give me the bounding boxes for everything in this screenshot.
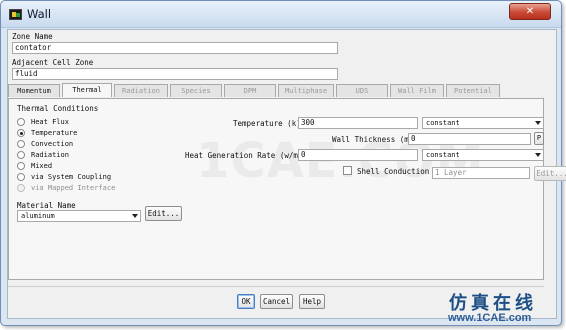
wall-dialog: Wall ✕ Zone Name contator Adjacent Cell … [0,0,566,326]
select-value: aluminum [21,212,55,220]
tab-uds[interactable]: UDS [336,84,388,97]
title-bar[interactable]: Wall ✕ [1,1,561,28]
adjacent-zone-field: fluid [12,68,338,80]
wall-thickness-label: Wall Thickness (m) [332,135,414,144]
select-value: constant [426,151,460,159]
select-value: constant [426,119,460,127]
tab-bar: Momentum Thermal Radiation Species DPM M… [8,83,502,97]
option-mapped-interface: via Mapped Interface [17,183,115,193]
material-edit-button[interactable]: Edit... [145,206,182,221]
parameter-button[interactable]: P [534,132,544,145]
chevron-down-icon [535,153,541,157]
tab-dpm[interactable]: DPM [224,84,276,97]
radio-system-coupling[interactable] [17,173,25,181]
close-button[interactable]: ✕ [509,3,551,20]
radio-heat-flux[interactable] [17,118,25,126]
help-button[interactable]: Help [299,294,325,309]
radio-convection[interactable] [17,140,25,148]
temperature-label: Temperature (k) [233,119,301,128]
radio-mapped-interface [17,184,25,192]
option-label: Temperature [31,129,78,137]
radio-mixed[interactable] [17,162,25,170]
zone-name-label: Zone Name [12,32,53,41]
shell-layers-field: 1 Layer [432,167,530,179]
heat-generation-label: Heat Generation Rate (w/m3) [185,151,307,160]
material-name-label: Material Name [17,201,76,210]
option-label: Radiation [31,151,69,159]
option-label: Mixed [31,162,53,170]
option-label: via Mapped Interface [31,184,116,192]
temperature-method-select[interactable]: constant [422,117,544,129]
zone-name-field[interactable]: contator [12,42,338,54]
wall-thickness-input[interactable]: 0 [408,133,531,145]
radio-temperature[interactable] [17,129,25,137]
window-title: Wall [27,7,52,21]
heat-generation-method-select[interactable]: constant [422,149,544,161]
radio-radiation[interactable] [17,151,25,159]
option-label: via System Coupling [31,173,112,181]
option-convection[interactable]: Convection [17,139,73,149]
tab-thermal[interactable]: Thermal [62,83,112,97]
temperature-input[interactable]: 300 [298,117,418,129]
ok-button[interactable]: OK [237,294,255,309]
tab-potential[interactable]: Potential [446,84,500,97]
shell-conduction-label: Shell Conduction [357,167,430,176]
material-select[interactable]: aluminum [17,210,141,222]
option-heat-flux[interactable]: Heat Flux [17,117,69,127]
option-radiation[interactable]: Radiation [17,150,69,160]
tab-radiation[interactable]: Radiation [114,84,168,97]
chevron-down-icon [132,214,138,218]
tab-momentum[interactable]: Momentum [8,84,60,97]
fluent-app-icon [9,9,22,20]
option-temperature[interactable]: Temperature [17,128,77,138]
tab-species[interactable]: Species [170,84,222,97]
footer-divider [8,286,544,287]
thermal-conditions-title: Thermal Conditions [17,104,99,113]
shell-conduction-checkbox[interactable] [343,166,352,175]
option-system-coupling[interactable]: via System Coupling [17,172,111,182]
option-label: Convection [31,140,74,148]
option-label: Heat Flux [31,118,69,126]
close-icon: ✕ [525,6,535,17]
shell-edit-button: Edit... [534,166,566,181]
cancel-button[interactable]: Cancel [260,294,293,309]
option-mixed[interactable]: Mixed [17,161,52,171]
watermark-url: www.1CAE.com [448,312,532,324]
adjacent-zone-label: Adjacent Cell Zone [12,58,94,67]
chevron-down-icon [535,121,541,125]
tab-wall-film[interactable]: Wall Film [390,84,444,97]
tab-multiphase[interactable]: Multiphase [278,84,334,97]
heat-generation-input[interactable]: 0 [298,149,418,161]
